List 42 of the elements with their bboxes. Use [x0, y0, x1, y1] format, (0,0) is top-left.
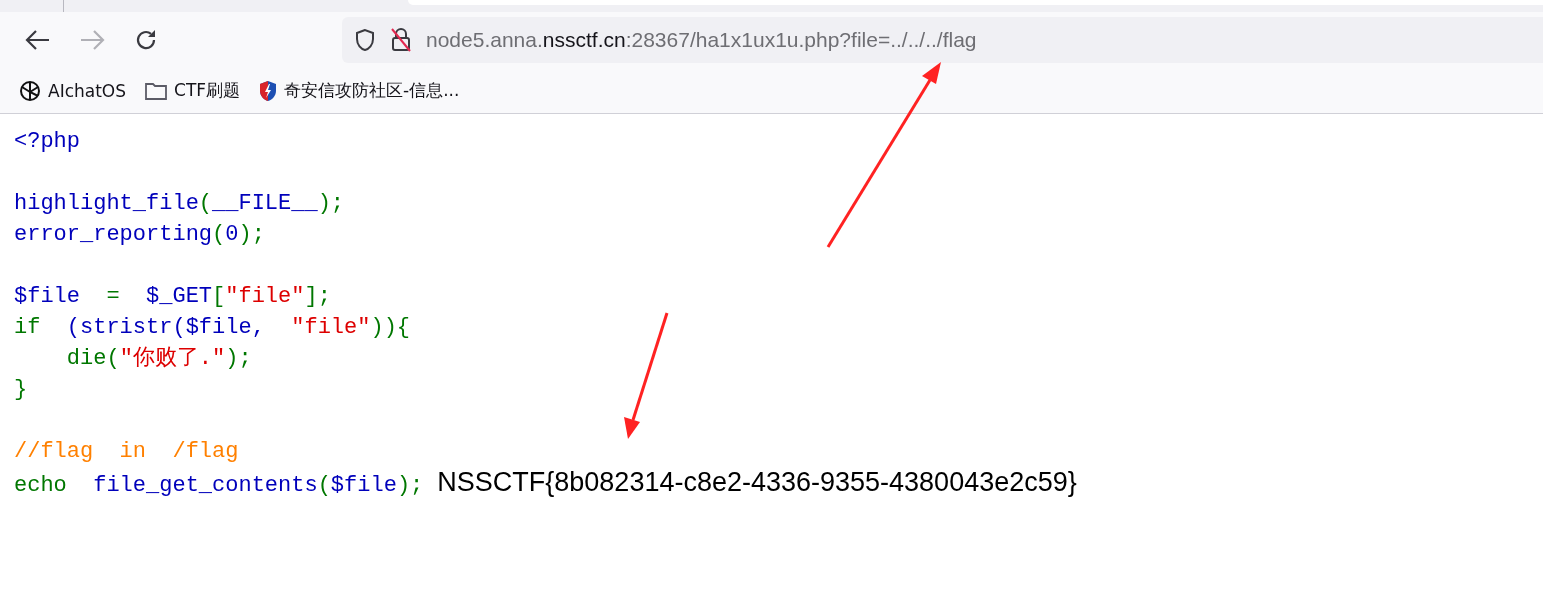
- code-token: (stristr($file,: [66, 314, 266, 342]
- insecure-lock-icon: [390, 27, 412, 53]
- code-token: $file: [14, 283, 80, 311]
- code-token: die(: [65, 345, 120, 373]
- code-token: }: [14, 376, 28, 404]
- code-token: $file: [330, 472, 397, 500]
- bookmark[interactable]: AIchatOS: [18, 78, 127, 103]
- shield-icon: [354, 28, 376, 52]
- code-token: file_get_contents: [93, 472, 318, 500]
- folder-icon: [144, 80, 169, 101]
- forward-arrow-icon: [79, 29, 105, 51]
- code-token: (: [212, 221, 226, 249]
- code-token: (: [317, 472, 331, 500]
- code-token: "你败了.": [119, 345, 226, 373]
- code-token: if: [14, 314, 42, 342]
- address-bar[interactable]: node5.anna.nssctf.cn:28367/ha1x1ux1u.php?file=../../../flag: [342, 17, 1543, 63]
- code-token: );: [396, 472, 424, 500]
- code-token: );: [238, 221, 265, 249]
- bookmark[interactable]: CTF刷题: [144, 79, 241, 102]
- code-token: [: [212, 283, 226, 311]
- reload-icon: [134, 28, 158, 52]
- code-token: "file": [291, 314, 371, 342]
- code-token: <?php: [14, 128, 80, 156]
- back-arrow-icon: [25, 29, 51, 51]
- code-token: );: [317, 190, 345, 218]
- code-token: (: [198, 190, 213, 218]
- code-token: //flag in /flag: [14, 438, 239, 466]
- code-token: __FILE__: [212, 190, 318, 218]
- bookmark[interactable]: 奇安信攻防社区-信息...: [258, 79, 460, 102]
- code-token: )){: [370, 314, 411, 342]
- shield-icon: [258, 79, 279, 102]
- code-token: =: [105, 283, 121, 311]
- code-token: );: [225, 345, 252, 373]
- code-token: highlight_file: [14, 190, 199, 218]
- code-token: 0: [225, 221, 239, 249]
- code-token: echo: [14, 472, 68, 500]
- url-text: node5.anna.nssctf.cn:28367/ha1x1ux1u.php?file=../../../flag: [426, 28, 977, 52]
- code-token: ];: [304, 283, 331, 311]
- flag-output: NSSCTF{8b082314-c8e2-4336-9355-4380043e2c59}: [437, 467, 1077, 498]
- code-token: $_GET: [146, 283, 213, 311]
- code-token: "file": [225, 283, 305, 311]
- code-token: error_reporting: [14, 221, 213, 249]
